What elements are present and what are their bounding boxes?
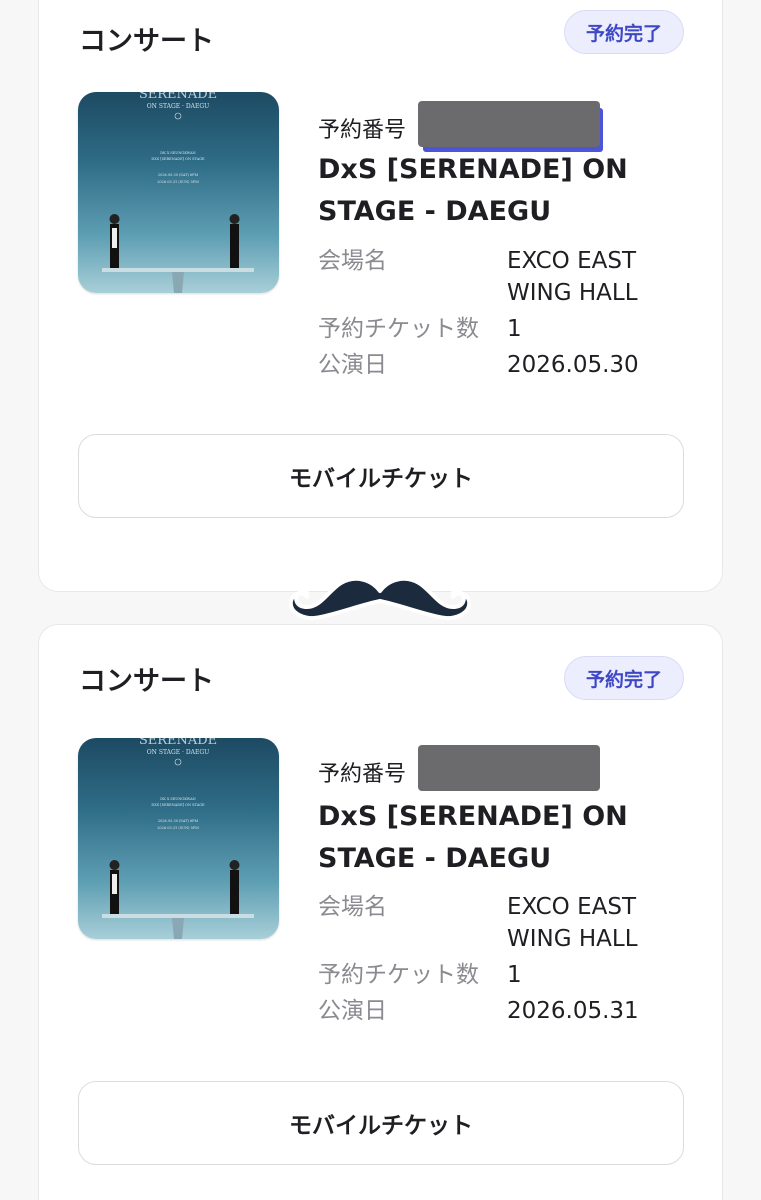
svg-text:2026.05.31 (SUN) 5PM: 2026.05.31 (SUN) 5PM (157, 180, 199, 184)
status-badge: 予約完了 (563, 10, 684, 54)
ticket-count-row: 予約チケット数 1 (318, 959, 678, 991)
reservation-card: コンサート 予約完了 SERENADE ON STAGE · DAEGU DK … (38, 624, 723, 1200)
performance-date-row: 公演日 2026.05.31 (318, 995, 678, 1027)
reservation-number-row: 予約番号 (318, 745, 601, 795)
event-poster-image[interactable]: SERENADE ON STAGE · DAEGU DK X SEUNGKWAN… (78, 92, 279, 293)
svg-text:2026.05.31 (SUN) 5PM: 2026.05.31 (SUN) 5PM (157, 826, 199, 830)
reservation-card: コンサート 予約完了 SERENADE ON STAGE · DAEGU DK … (38, 0, 723, 592)
ticket-count-value: 1 (507, 316, 522, 342)
svg-text:2026.05.30 (SAT) 6PM: 2026.05.30 (SAT) 6PM (158, 819, 199, 823)
svg-text:DXS [SERENADE] ON STAGE: DXS [SERENADE] ON STAGE (151, 157, 205, 161)
event-title: DxS [SERENADE] ON STAGE - DAEGU (318, 154, 628, 227)
event-title: DxS [SERENADE] ON STAGE - DAEGU (318, 801, 628, 874)
svg-text:ON STAGE · DAEGU: ON STAGE · DAEGU (147, 749, 209, 756)
performance-date-value: 2026.05.30 (507, 352, 639, 378)
venue-label: 会場名 (318, 894, 387, 920)
venue-value: EXCO EAST WING HALL (507, 894, 638, 952)
mustache-icon (285, 569, 475, 633)
svg-text:DXS [SERENADE] ON STAGE: DXS [SERENADE] ON STAGE (151, 803, 205, 807)
ticket-count-value: 1 (507, 962, 522, 988)
venue-label: 会場名 (318, 248, 387, 274)
venue-value: EXCO EAST WING HALL (507, 248, 638, 306)
ticket-count-label: 予約チケット数 (318, 962, 479, 988)
performance-date-label: 公演日 (318, 352, 387, 378)
svg-text:ON STAGE · DAEGU: ON STAGE · DAEGU (147, 103, 209, 110)
reservation-number-label: 予約番号 (318, 762, 407, 787)
svg-text:SERENADE: SERENADE (139, 92, 217, 102)
mobile-ticket-button[interactable]: モバイルチケット (78, 1081, 684, 1165)
event-poster-image[interactable]: SERENADE ON STAGE · DAEGU DK X SEUNGKWAN… (78, 738, 279, 939)
ticket-count-row: 予約チケット数 1 (318, 313, 678, 345)
reservation-number-label: 予約番号 (318, 118, 407, 143)
ticket-count-label: 予約チケット数 (318, 316, 479, 342)
performance-date-row: 公演日 2026.05.30 (318, 349, 678, 381)
venue-row: 会場名 EXCO EAST WING HALL (318, 245, 678, 309)
reservation-list: コンサート 予約完了 SERENADE ON STAGE · DAEGU DK … (0, 0, 761, 1200)
status-badge: 予約完了 (563, 656, 684, 700)
reservation-number-redacted (418, 745, 601, 791)
svg-text:DK X SEUNGKWAN: DK X SEUNGKWAN (160, 151, 195, 155)
category-label: コンサート (79, 666, 214, 697)
mobile-ticket-button[interactable]: モバイルチケット (78, 434, 684, 518)
venue-row: 会場名 EXCO EAST WING HALL (318, 891, 678, 955)
svg-text:DK X SEUNGKWAN: DK X SEUNGKWAN (160, 797, 195, 801)
performance-date-value: 2026.05.31 (507, 998, 639, 1024)
performance-date-label: 公演日 (318, 998, 387, 1024)
event-info: 会場名 EXCO EAST WING HALL 予約チケット数 1 公演日 20… (318, 245, 678, 385)
category-label: コンサート (79, 26, 214, 57)
svg-text:SERENADE: SERENADE (139, 738, 217, 748)
event-info: 会場名 EXCO EAST WING HALL 予約チケット数 1 公演日 20… (318, 891, 678, 1031)
reservation-number-redacted (418, 101, 601, 147)
reservation-number-row: 予約番号 (318, 101, 601, 151)
svg-text:2026.05.30 (SAT) 6PM: 2026.05.30 (SAT) 6PM (158, 173, 199, 177)
